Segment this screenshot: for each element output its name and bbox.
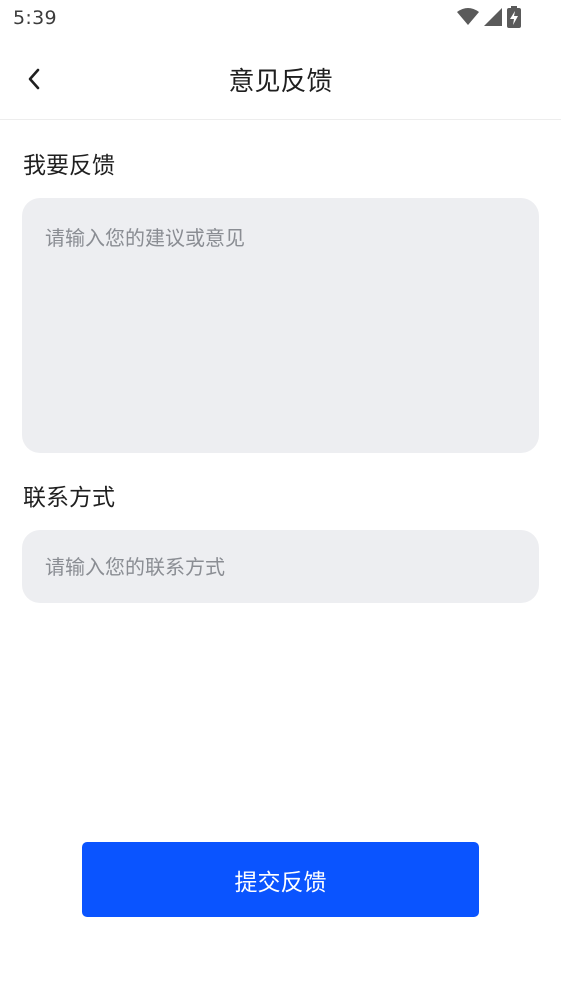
page-title: 意见反馈 (228, 67, 333, 97)
status-bar: 5:39 (0, 0, 561, 38)
status-icons (457, 6, 521, 28)
feedback-label: 我要反馈 (23, 153, 115, 179)
submit-feedback-button[interactable]: 提交反馈 (82, 842, 479, 917)
contact-input[interactable] (22, 530, 539, 603)
feedback-textarea[interactable] (22, 198, 539, 453)
wifi-icon (457, 8, 479, 25)
contact-label: 联系方式 (23, 485, 115, 511)
nav-bar: 意见反馈 (0, 38, 561, 120)
battery-charging-icon (507, 6, 521, 28)
status-time: 5:39 (13, 7, 57, 29)
signal-icon (484, 8, 502, 26)
